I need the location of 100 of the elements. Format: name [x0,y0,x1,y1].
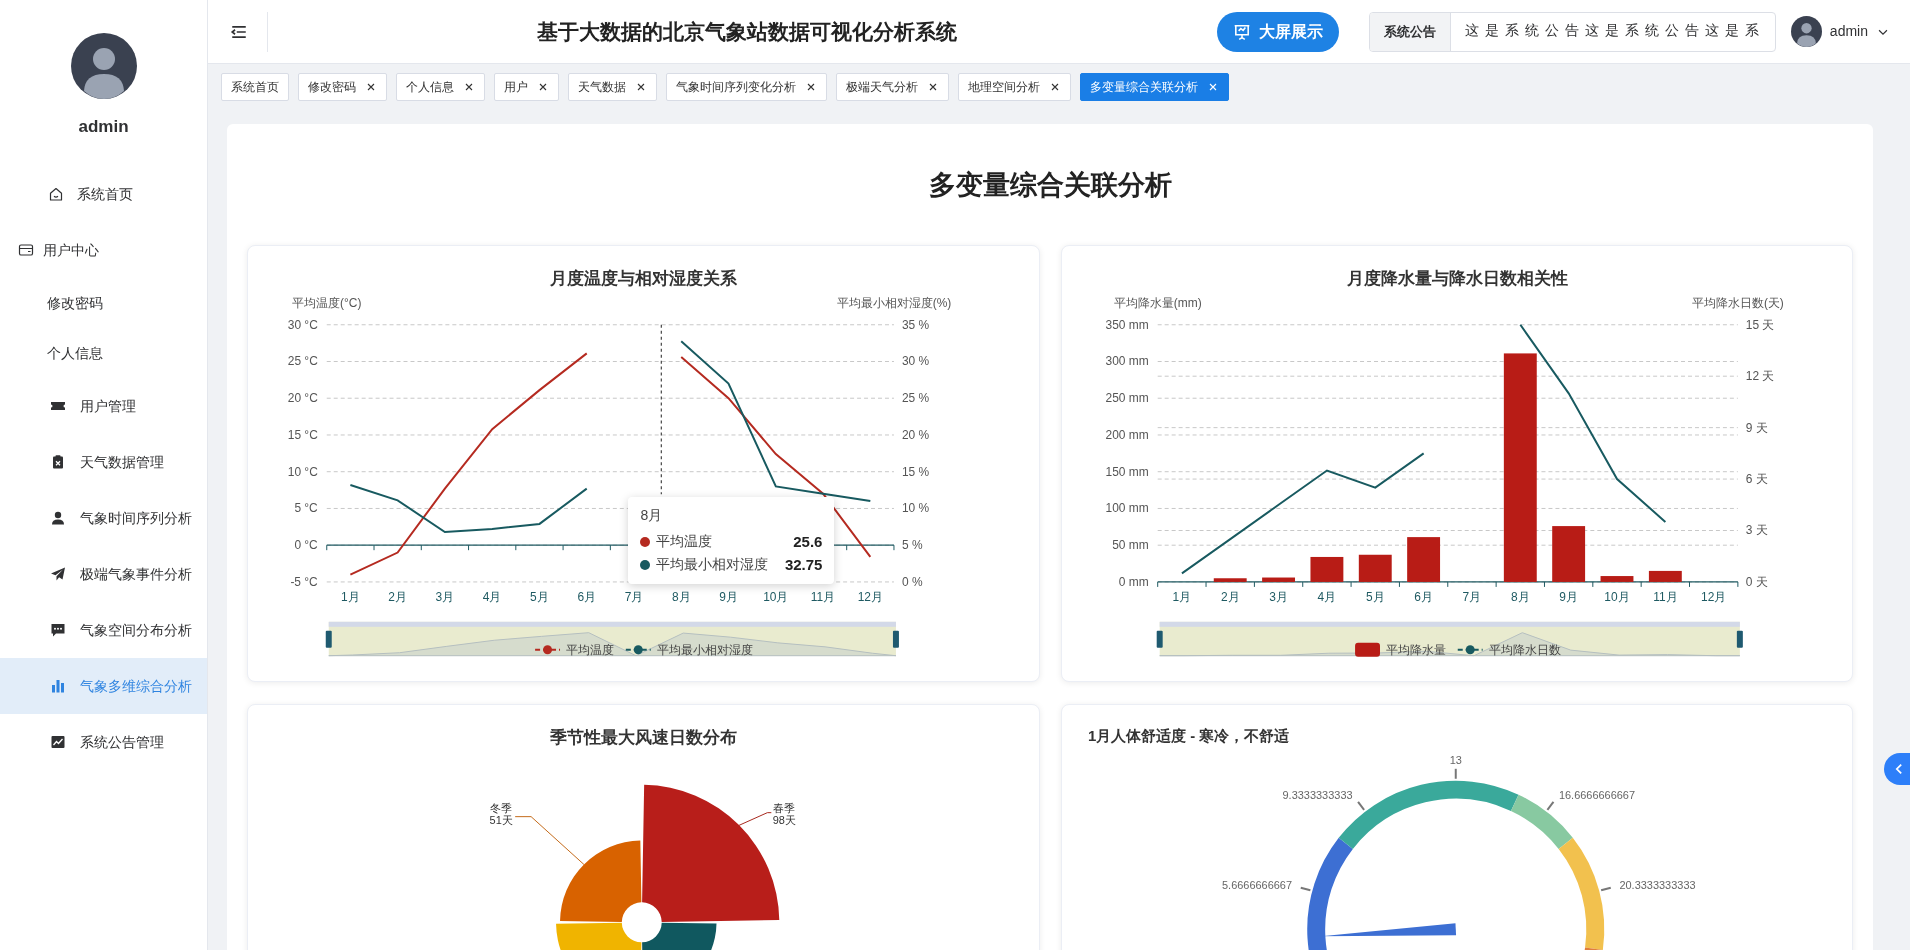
chart-title: 1月人体舒适度 - 寒冷，不舒适 [1087,726,1289,744]
tooltip-value: 32.75 [784,555,823,576]
slice-value: 98天 [772,813,796,826]
legend-label: 平均最小相对湿度 [656,643,753,658]
menu-item[interactable]: 气象空间分布分析 [0,602,207,658]
axis-label: 4月 [1317,589,1336,604]
axis-label: 20 °C [287,391,318,406]
axis-title: 平均降水日数(天) [1691,295,1784,310]
menu-item[interactable]: 个人信息 [0,328,207,378]
tab[interactable]: 气象时间序列变化分析 [666,73,827,101]
slice-label: 春季 [773,801,796,814]
notice-text: 这是系统公告这是系统公告这是系 [1463,22,1766,41]
tooltip-title: 8月 [640,506,664,526]
axis-label: 150 mm [1105,464,1149,479]
axis-label: 9月 [1558,589,1578,604]
menu-item[interactable]: 用户管理 [0,378,207,434]
menu-item[interactable]: 系统公告管理 [0,714,207,770]
close-icon[interactable] [365,81,377,93]
tab[interactable]: 个人信息 [396,73,485,101]
tab[interactable]: 多变量综合关联分析 [1080,73,1229,101]
close-icon[interactable] [927,81,939,93]
tab[interactable]: 天气数据 [568,73,657,101]
close-icon[interactable] [635,81,647,93]
axis-label: 25 % [901,391,930,406]
home-icon [48,186,64,202]
screen-icon [1232,22,1251,41]
big-screen-button[interactable]: 大屏展示 [1216,11,1339,52]
axis-label: 15 天 [1745,317,1774,332]
axis-label: 5 °C [294,501,318,516]
menu-item[interactable]: 系统首页 [0,166,207,222]
menu-item[interactable]: 修改密码 [0,278,207,328]
clipboard-icon [50,454,66,470]
axis-label: 10月 [1603,589,1630,604]
tooltip-value: 25.6 [793,532,823,553]
axis-title: 平均降水量(mm) [1113,295,1202,310]
user-menu[interactable]: admin [1790,16,1890,47]
scale-label: 16.6666666667 [1558,788,1635,801]
tab[interactable]: 系统首页 [221,73,289,101]
axis-label: 12月 [1700,589,1726,604]
app-title: 基于大数据的北京气象站数据可视化分析系统 [537,18,957,45]
axis-label: 2月 [1220,589,1240,604]
axis-label: 4月 [482,589,502,604]
close-icon[interactable] [463,81,475,93]
axis-label: 20 % [901,427,930,442]
axis-title: 平均温度(°C) [292,295,362,310]
axis-label: 0 °C [294,538,318,553]
axis-label: 8月 [671,589,691,604]
chart-title: 月度降水量与降水日数相关性 [1346,268,1568,288]
leader-line [514,815,585,865]
leader-line [737,811,772,826]
axis-label: 35 % [901,317,930,332]
menu-item[interactable]: 天气数据管理 [0,434,207,490]
chart-title: 月度温度与相对湿度关系 [550,268,738,288]
menu-item[interactable]: 气象时间序列分析 [0,490,207,546]
axis-label: 8月 [1510,589,1530,604]
scale-label: 5.6666666667 [1221,879,1292,892]
close-icon[interactable] [1049,81,1061,93]
tab[interactable]: 修改密码 [298,73,387,101]
paper-plane-icon [50,566,66,582]
data-zoom-slider[interactable] [1156,621,1743,657]
axis-label: 250 mm [1105,391,1149,406]
tab[interactable]: 地理空间分析 [958,73,1071,101]
axis-label: 0 天 [1745,574,1768,589]
axis-label: 5月 [1365,589,1385,604]
page-title: 多变量综合关联分析 [927,169,1173,202]
close-icon[interactable] [537,81,549,93]
axis-label: 11月 [1652,589,1678,604]
collapse-toggle[interactable] [1884,753,1910,785]
axis-label: 6月 [1413,589,1433,604]
axis-label: 7月 [624,589,644,604]
chart-title: 季节性最大风速日数分布 [550,727,738,747]
legend-label: 平均温度 [566,643,614,658]
data-zoom-slider[interactable] [325,621,899,657]
scale-label: 13 [1449,753,1462,766]
axis-label: 10 % [901,501,930,516]
axis-label: 11月 [810,589,836,604]
axis-label: 9月 [719,589,738,604]
person-icon [50,510,66,526]
legend-label: 平均降水日数 [1488,643,1561,658]
axis-title: 平均最小相对湿度(%) [836,295,952,310]
tab[interactable]: 用户 [494,73,559,101]
axis-label: 100 mm [1105,501,1149,516]
close-icon[interactable] [805,81,817,93]
tooltip-label: 平均最小相对湿度 [656,555,769,575]
axis-label: 200 mm [1105,427,1149,442]
scale-label: 9.3333333333 [1282,788,1353,801]
axis-label: 3月 [435,589,455,604]
axis-label: 15 % [901,464,930,479]
axis-label: 5 % [901,538,923,553]
tab[interactable]: 极端天气分析 [836,73,949,101]
avatar [70,33,137,99]
axis-label: 12 天 [1745,369,1774,384]
axis-label: 30 °C [287,317,318,332]
axis-label: 6 天 [1745,472,1768,487]
menu-item[interactable]: 极端气象事件分析 [0,546,207,602]
menu-group[interactable]: 用户中心 [0,222,207,278]
axis-label: 25 °C [287,354,318,369]
bar-chart-icon [50,678,66,694]
card-icon [18,242,34,258]
axis-label: 7月 [1462,589,1481,604]
